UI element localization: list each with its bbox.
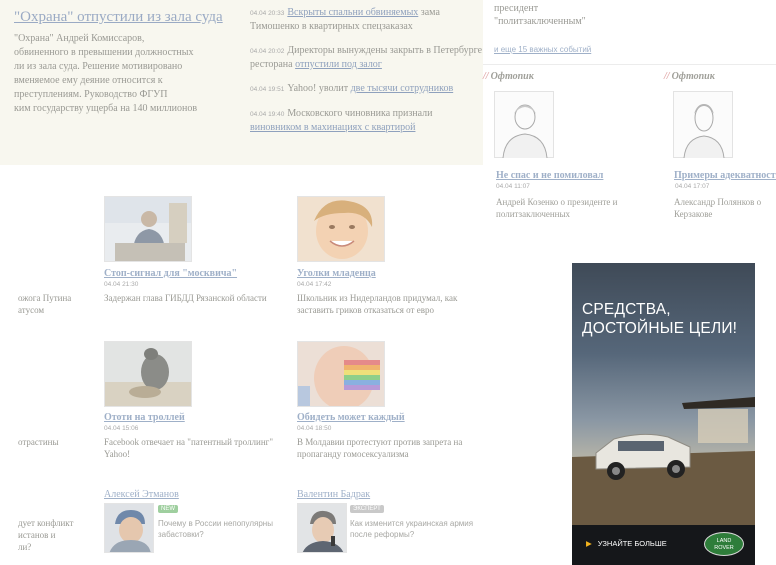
author-name[interactable]: Алексей Этманов xyxy=(104,489,179,500)
offtopic-desc: Андрей Козенко о президенте и политзаклю… xyxy=(496,197,618,219)
lead-line: вменяемое ему деяние относится к xyxy=(14,75,163,86)
offtopic-title[interactable]: Не спас и не помиловал xyxy=(496,170,603,181)
avatar-photo-icon xyxy=(105,504,153,552)
car-scene-image xyxy=(572,397,755,525)
author-badge: NEW xyxy=(158,505,178,513)
card-desc: В Молдавии протестуют против запрета на … xyxy=(297,437,463,459)
news-thumbnail[interactable] xyxy=(104,196,192,262)
author-name[interactable]: Валентин Бадрак xyxy=(297,489,370,500)
news-item: 04.04 19:51 Yahoo! уволит две тысячи сотр… xyxy=(250,83,454,94)
offtopic-date: 04.04 11:07 xyxy=(496,183,530,190)
latest-news-list: 04.04 20:33 Вскрыты спальни обвиняемых за… xyxy=(250,6,482,145)
news-thumbnail[interactable] xyxy=(104,341,192,407)
card-date: 04.04 15:06 xyxy=(104,425,139,432)
news-link[interactable]: две тысячи сотрудников xyxy=(351,83,454,94)
columnist-photo[interactable] xyxy=(673,91,733,159)
offtopic-label: //Офтопик xyxy=(664,71,715,82)
news-link[interactable]: Вскрыты спальни обвиняемых xyxy=(287,7,418,18)
news-link[interactable]: отпустили под залог xyxy=(295,59,382,70)
lead-line: преступлениям. Руководство ФГУП xyxy=(14,89,168,100)
land-rover-logo: LAND ROVER xyxy=(704,532,744,556)
offtopic-desc: Александр Полянков о Керзакове xyxy=(674,197,762,219)
card-title[interactable]: Уголки младенца xyxy=(297,268,376,279)
edge-text: отрастины xyxy=(18,437,59,447)
office-photo-icon xyxy=(105,197,191,261)
author-avatar[interactable] xyxy=(297,503,347,553)
land-rover-advertisement[interactable]: СРЕДСТВА, ДОСТОЙНЫЕ ЦЕЛИ! ▶ УЗНАЙТЕ БОЛЬШ… xyxy=(572,263,755,565)
lead-story-text: "Охрана" Андрей Комиссаров, обвиненного … xyxy=(14,32,240,116)
news-item: 04.04 20:02 Директоры вынуждены закрыть в… xyxy=(250,45,483,70)
news-time: 04.04 20:33 xyxy=(250,10,285,17)
card-date: 04.04 18:50 xyxy=(297,425,332,432)
more-events-link[interactable]: и еще 15 важных событий xyxy=(494,45,591,54)
smiling-child-photo-icon xyxy=(298,197,384,261)
lead-line: "Охрана" Андрей Комиссаров, xyxy=(14,33,145,44)
right-top-text: пресидент "политзаключенным" xyxy=(494,3,586,27)
author-avatar[interactable] xyxy=(104,503,154,553)
person-portrait-icon xyxy=(502,104,548,159)
card-date: 04.04 21:30 xyxy=(104,281,139,288)
author-desc: Почему в России непопулярны забастовки? xyxy=(158,519,273,539)
learn-more-button[interactable]: ▶ УЗНАЙТЕ БОЛЬШЕ xyxy=(586,539,667,548)
news-thumbnail[interactable] xyxy=(297,341,385,407)
news-link[interactable]: виновником в махинациях с квартирой xyxy=(250,122,415,133)
edge-text: ожога Путина атусом xyxy=(18,293,72,315)
edge-text: дует конфликт истанов и ли? xyxy=(18,518,74,552)
rainbow-face-photo-icon xyxy=(298,342,384,406)
card-title[interactable]: Стоп-сигнал для "москвича" xyxy=(104,268,237,279)
lead-story-title[interactable]: "Охрана" отпустили из зала суда xyxy=(14,9,223,26)
news-thumbnail[interactable] xyxy=(297,196,385,262)
news-item: 04.04 19:40 Московского чиновника признал… xyxy=(250,108,433,133)
divider xyxy=(483,64,776,65)
ad-headline: СРЕДСТВА, ДОСТОЙНЫЕ ЦЕЛИ! xyxy=(582,301,738,337)
offtopic-label: //Офтопик xyxy=(483,71,534,82)
troll-figure-photo-icon xyxy=(105,342,191,406)
card-desc: Задержан глава ГИБДД Рязанской области xyxy=(104,293,267,303)
avatar-photo-icon xyxy=(298,504,346,552)
card-desc: Facebook отвечает на "патентный троллинг… xyxy=(104,437,274,459)
author-desc: Как изменится украинская армия после реф… xyxy=(350,519,474,539)
offtopic-title[interactable]: Примеры адекватности xyxy=(674,170,776,181)
author-badge: ЭКСПЕРТ xyxy=(350,505,384,513)
ad-footer: ▶ УЗНАЙТЕ БОЛЬШЕ LAND ROVER xyxy=(572,525,755,565)
lead-line: ким государству ущерба на 140 миллионов xyxy=(14,103,198,114)
arrow-right-icon: ▶ xyxy=(586,539,592,548)
card-desc: Школьник из Нидерландов придумал, как за… xyxy=(297,293,458,315)
lead-line: ли из зала суда. Решение мотивировано xyxy=(14,61,183,72)
news-item: 04.04 20:33 Вскрыты спальни обвиняемых за… xyxy=(250,7,440,32)
offtopic-date: 04.04 17:07 xyxy=(675,183,710,190)
person-portrait-icon xyxy=(683,104,725,159)
card-title[interactable]: Ототи на троллей xyxy=(104,412,185,423)
columnist-photo[interactable] xyxy=(494,91,554,159)
lead-line: обвиненного в превышении должностных xyxy=(14,47,194,58)
news-time: 04.04 19:51 xyxy=(250,86,285,93)
card-title[interactable]: Обидеть может каждый xyxy=(297,412,405,423)
card-date: 04.04 17:42 xyxy=(297,281,332,288)
news-time: 04.04 20:02 xyxy=(250,48,285,55)
news-time: 04.04 19:40 xyxy=(250,111,285,118)
